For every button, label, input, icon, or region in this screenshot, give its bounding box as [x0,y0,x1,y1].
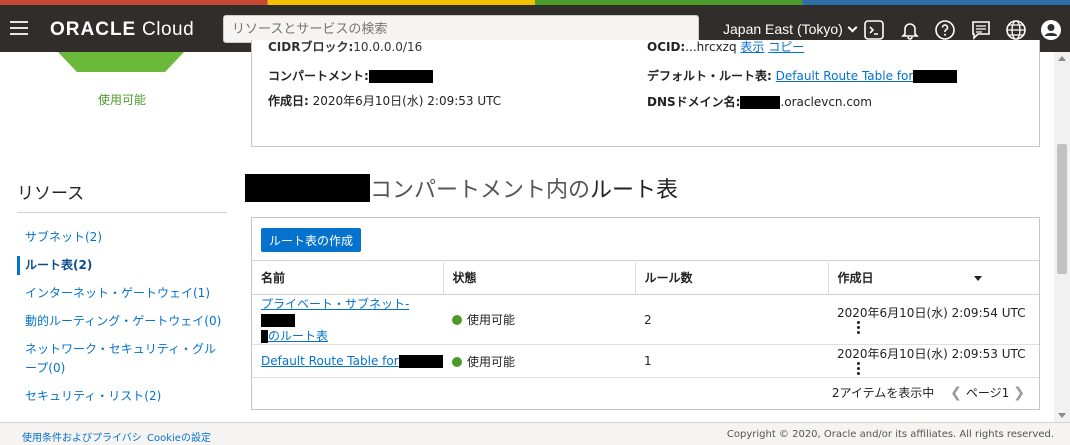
items-showing-label: 2アイテムを表示中 [831,386,935,400]
status-label: 使用可能 [98,93,147,107]
route-tables-table: 名前 状態 ルール数 作成日 プライベート・サブネット- のルート表 使用可能 2… [252,260,1039,378]
cookie-settings-link[interactable]: Cookieの設定 [147,429,211,444]
create-route-table-button[interactable]: ルート表の作成 [261,228,362,252]
redacted-default-rt [913,70,958,83]
ocid-copy-link[interactable]: コピー [768,40,804,54]
row-actions-kebab-icon[interactable] [857,362,861,377]
copyright-text: Copyright © 2020, Oracle and/or its affi… [726,429,1054,440]
column-header-state[interactable]: 状態 [443,260,636,295]
route-tables-card: ルート表の作成 名前 状態 ルール数 作成日 プライベート・サブネット- のルート… [251,217,1040,410]
route-table-link-default[interactable]: Default Route Table for [261,354,443,368]
pagination: 2アイテムを表示中 ❮ ページ1 ❯ [832,384,1029,401]
user-avatar-icon[interactable] [1040,19,1062,41]
resource-item-drg[interactable]: 動的ルーティング・ゲートウェイ(0) [17,312,227,331]
redacted-name [398,355,443,368]
row-created-cell: 2020年6月10日(水) 2:09:53 UTC [828,344,1039,378]
row-state-cell: 使用可能 [443,344,635,378]
divider [17,212,227,213]
cidr-row: CIDRブロック:10.0.0.0/16 [268,40,423,54]
column-header-name[interactable]: 名前 [252,260,444,295]
resource-item-nsg[interactable]: ネットワーク・セキュリティ・グループ(0) [17,340,227,378]
redacted-name-2 [261,329,268,343]
cloud-shell-icon[interactable] [863,19,885,41]
row-created-cell: 2020年6月10日(水) 2:09:54 UTC [828,294,1039,345]
chat-icon[interactable] [970,19,992,41]
scroll-up-icon[interactable] [1058,56,1066,61]
resource-item-route-tables[interactable]: ルート表(2) [17,256,227,275]
compartment-row: コンパートメント: [268,67,433,84]
help-icon[interactable] [934,19,956,41]
sort-caret-icon[interactable] [973,276,982,281]
vertical-scrollbar[interactable] [1054,52,1070,422]
globe-icon[interactable] [1005,19,1027,41]
default-route-table-link[interactable]: Default Route Table for [776,69,914,83]
bell-icon[interactable] [899,19,921,41]
column-header-created[interactable]: 作成日 [828,260,1039,295]
redacted-compartment [368,70,433,83]
vcn-detail-card: CIDRブロック:10.0.0.0/16 OCID:...hrcxzq 表示 コ… [251,40,1040,147]
redacted-compartment-title [245,174,370,202]
page-label: ページ1 [965,386,1010,400]
ocid-row: OCID:...hrcxzq 表示 コピー [647,40,805,54]
redacted-name [261,313,295,327]
resource-item-security-lists[interactable]: セキュリティ・リスト(2) [17,387,227,406]
hamburger-menu-icon[interactable] [10,21,28,35]
status-hexagon-icon [58,52,184,72]
default-route-table-row: デフォルト・ルート表: Default Route Table for [647,67,958,84]
resource-item-subnets[interactable]: サブネット(2) [17,228,227,247]
row-rules-cell: 2 [635,294,828,345]
row-actions-kebab-icon[interactable] [857,320,861,336]
available-status-icon [452,356,462,367]
chevron-down-icon [847,22,858,33]
scroll-down-icon[interactable] [1058,413,1066,418]
dns-row: DNSドメイン名: .oraclevcn.com [647,95,872,109]
ocid-show-link[interactable]: 表示 [740,40,764,54]
section-title: コンパートメント内のルート表 [245,172,678,204]
left-column: 使用可能 リソース サブネット(2) ルート表(2) インターネット・ゲートウェ… [0,52,240,422]
redacted-dns [740,96,781,109]
oracle-cloud-logo[interactable]: ORACLE Cloud [50,19,194,41]
table-row: Default Route Table for 使用可能 1 2020年6月10… [252,344,1039,378]
scrollbar-thumb[interactable] [1057,144,1067,274]
previous-page-icon[interactable]: ❮ [950,385,962,401]
created-row: 作成日: 2020年6月10日(水) 2:09:53 UTC [268,94,502,108]
next-page-icon[interactable]: ❯ [1013,385,1025,401]
column-header-rules[interactable]: ルール数 [635,260,829,295]
table-row: プライベート・サブネット- のルート表 使用可能 2 2020年6月10日(水) … [252,294,1039,345]
available-status-icon [452,315,462,325]
row-state-cell: 使用可能 [443,294,635,345]
footer: 使用条件およびプライバシ Cookieの設定 Copyright © 2020,… [0,422,1070,445]
row-rules-cell: 1 [635,344,828,378]
region-selector[interactable]: Japan East (Tokyo) [723,21,858,37]
row-name-cell: Default Route Table for [252,344,443,378]
resource-item-internet-gateways[interactable]: インターネット・ゲートウェイ(1) [17,284,227,303]
resources-heading: リソース [17,184,85,204]
row-name-cell: プライベート・サブネット- のルート表 [252,294,443,345]
terms-privacy-link[interactable]: 使用条件およびプライバシ [22,429,142,444]
route-table-link-private[interactable]: プライベート・サブネット- のルート表 [261,297,409,343]
resources-list: サブネット(2) ルート表(2) インターネット・ゲートウェイ(1) 動的ルーテ… [17,228,227,415]
